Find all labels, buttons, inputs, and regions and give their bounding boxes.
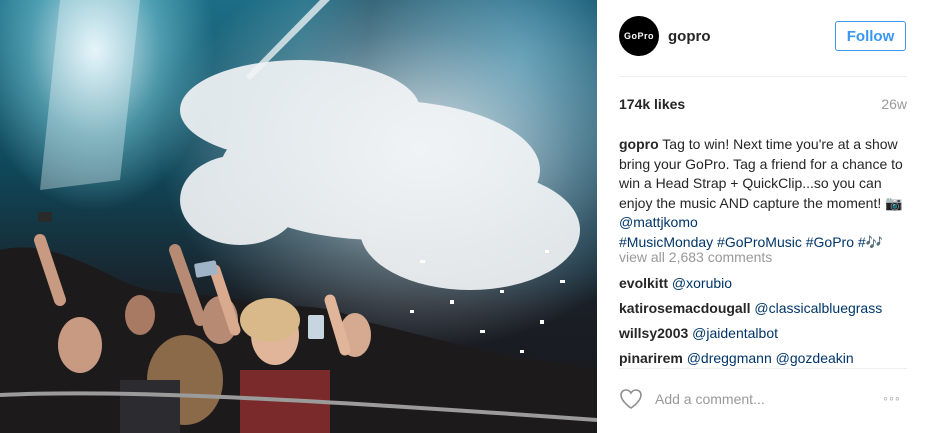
concert-confetti-illustration [0, 0, 597, 433]
comment-username[interactable]: katirosemacdougall [619, 300, 751, 316]
likes-count[interactable]: 174k likes [619, 96, 685, 112]
comment-text[interactable]: @classicalbluegrass [754, 300, 882, 316]
comment-username[interactable]: evolkitt [619, 275, 668, 291]
post-caption: gopro Tag to win! Next time you're at a … [619, 135, 909, 252]
author-username[interactable]: gopro [668, 28, 711, 45]
more-options-icon[interactable]: ◦◦◦ [883, 390, 901, 406]
add-comment-input[interactable]: Add a comment... [655, 391, 765, 407]
comment-text[interactable]: @jaidentalbot [692, 325, 778, 341]
header-divider [619, 76, 907, 77]
caption-mention[interactable]: @mattjkomo [619, 214, 698, 230]
comment-text[interactable]: @xorubio [672, 275, 732, 291]
caption-text: Tag to win! Next time you're at a show b… [619, 136, 903, 211]
comment-footer: Add a comment... ◦◦◦ [597, 368, 934, 433]
comment-item: willsy2003 @jaidentalbot [619, 324, 919, 349]
heart-icon[interactable] [619, 388, 643, 410]
caption-hashtags[interactable]: #MusicMonday #GoProMusic #GoPro #🎶 [619, 234, 883, 250]
post-header: GoPro gopro Follow [597, 0, 934, 76]
post-sidebar: GoPro gopro Follow 174k likes 26w gopro … [597, 0, 934, 433]
post-age[interactable]: 26w [881, 96, 907, 112]
comment-username[interactable]: willsy2003 [619, 325, 688, 341]
view-all-comments-link[interactable]: view all 2,683 comments [619, 249, 772, 265]
follow-button[interactable]: Follow [835, 21, 906, 51]
comment-text[interactable]: @dreggmann @gozdeakin [687, 350, 854, 366]
gopro-logo: GoPro [623, 31, 654, 41]
comment-username[interactable]: pinarirem [619, 350, 683, 366]
post-photo[interactable] [0, 0, 597, 433]
comment-item: katirosemacdougall @classicalbluegrass [619, 299, 919, 324]
caption-username[interactable]: gopro [619, 136, 659, 152]
comment-item: evolkitt @xorubio [619, 274, 919, 299]
comment-list: evolkitt @xorubio katirosemacdougall @cl… [619, 274, 919, 374]
avatar[interactable]: GoPro [619, 16, 659, 56]
